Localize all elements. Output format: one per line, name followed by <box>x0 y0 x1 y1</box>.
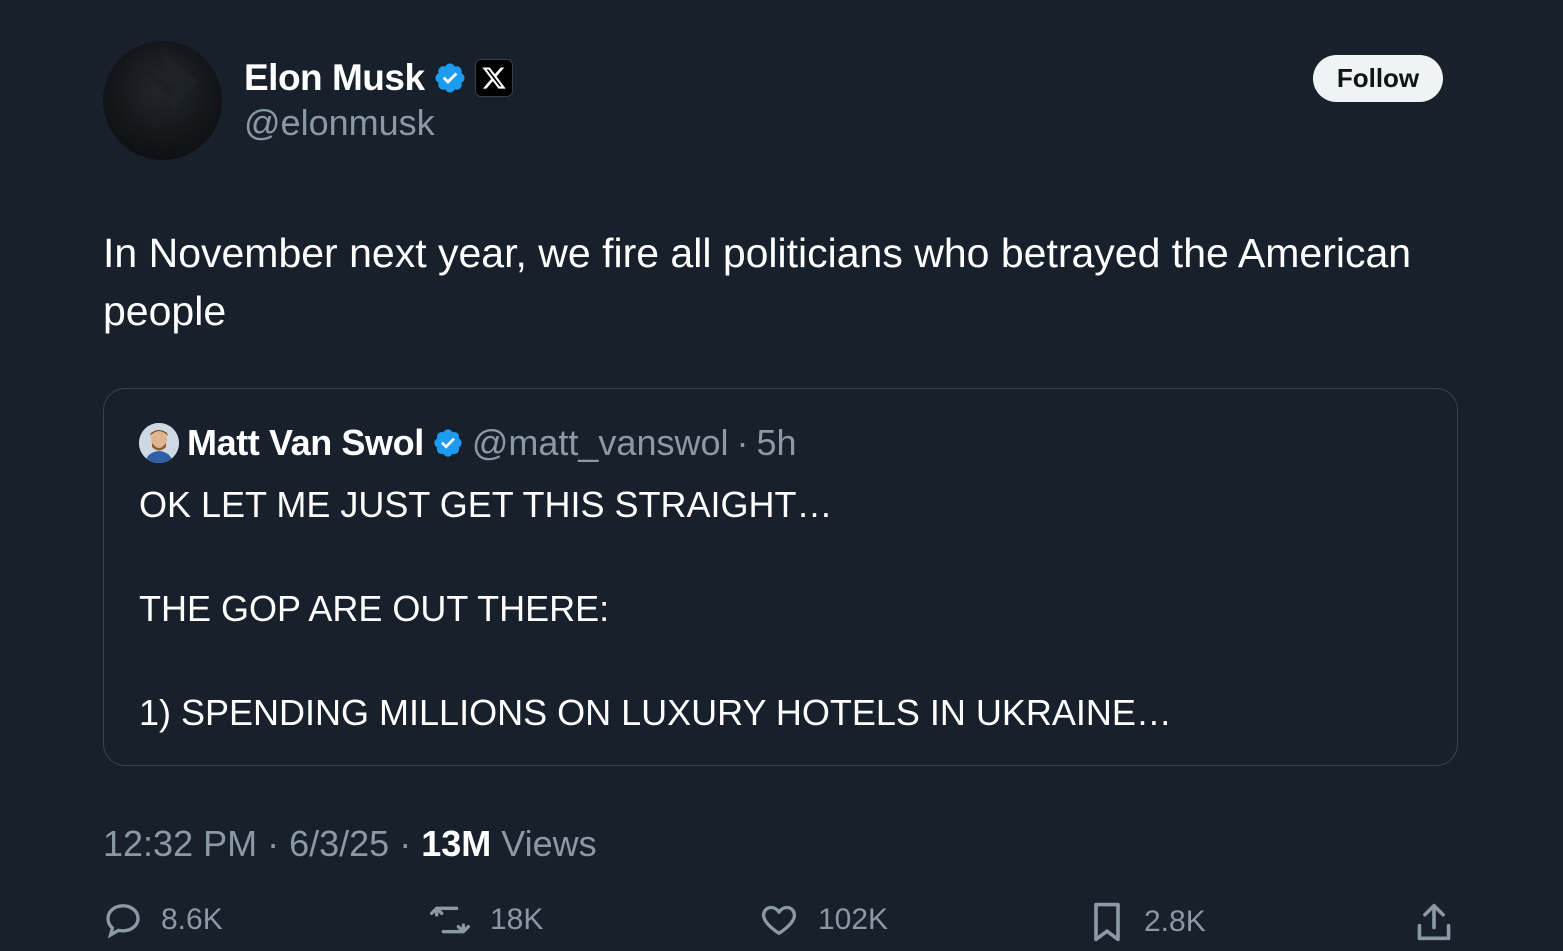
repost-icon <box>428 900 472 940</box>
x-logo-icon <box>474 59 513 97</box>
like-count: 102K <box>818 903 889 936</box>
quoted-tweet-card[interactable]: Matt Van Swol @matt_vanswol · 5h OK LET … <box>103 388 1458 766</box>
author-avatar[interactable] <box>103 41 222 160</box>
tweet-date[interactable]: 6/3/25 <box>289 820 389 868</box>
quoted-time[interactable]: 5h <box>756 422 796 464</box>
tweet-text: In November next year, we fire all polit… <box>103 230 1412 334</box>
repost-button[interactable]: 18K <box>428 900 543 940</box>
quoted-author-avatar[interactable] <box>139 423 179 463</box>
verified-badge-icon <box>433 61 467 95</box>
author-handle[interactable]: @elonmusk <box>244 101 435 145</box>
repost-count: 18K <box>490 903 544 936</box>
verified-badge-icon <box>432 427 464 459</box>
bookmark-icon <box>1088 900 1126 944</box>
quoted-line: 1) SPENDING MILLIONS ON LUXURY HOTELS IN… <box>139 692 1172 733</box>
follow-button[interactable]: Follow <box>1313 55 1443 102</box>
meta-separator: · <box>399 823 412 864</box>
tweet-time[interactable]: 12:32 PM <box>103 820 257 868</box>
reply-count: 8.6K <box>161 903 223 936</box>
quoted-line: OK LET ME JUST GET THIS STRAIGHT… <box>139 484 833 525</box>
views-label: Views <box>501 823 597 864</box>
author-name[interactable]: Elon Musk <box>244 55 425 101</box>
share-icon <box>1414 900 1454 944</box>
share-button[interactable] <box>1414 900 1454 944</box>
views-count: 13M <box>421 823 492 864</box>
quoted-tweet-header: Matt Van Swol @matt_vanswol · 5h <box>139 422 797 464</box>
bookmark-button[interactable]: 2.8K <box>1088 900 1206 944</box>
action-bar: 8.6K 18K 102K 2.8K <box>0 900 1563 950</box>
author-name-row: Elon Musk <box>244 55 513 101</box>
tweet-page: Elon Musk @elonmusk Follow In November n… <box>0 0 1563 951</box>
reply-button[interactable]: 8.6K <box>103 900 223 940</box>
bookmark-count: 2.8K <box>1144 905 1206 938</box>
meta-separator: · <box>267 823 280 864</box>
quoted-author-handle[interactable]: @matt_vanswol <box>472 422 729 464</box>
quoted-author-name[interactable]: Matt Van Swol <box>187 422 424 464</box>
quoted-line: THE GOP ARE OUT THERE: <box>139 588 610 629</box>
tweet-meta: 12:32 PM · 6/3/25 · 13M Views <box>103 820 597 868</box>
quoted-tweet-body: OK LET ME JUST GET THIS STRAIGHT… THE GO… <box>139 479 1419 739</box>
like-button[interactable]: 102K <box>758 900 888 940</box>
quoted-separator: · <box>736 422 749 463</box>
heart-icon <box>758 900 800 940</box>
reply-icon <box>103 900 143 940</box>
